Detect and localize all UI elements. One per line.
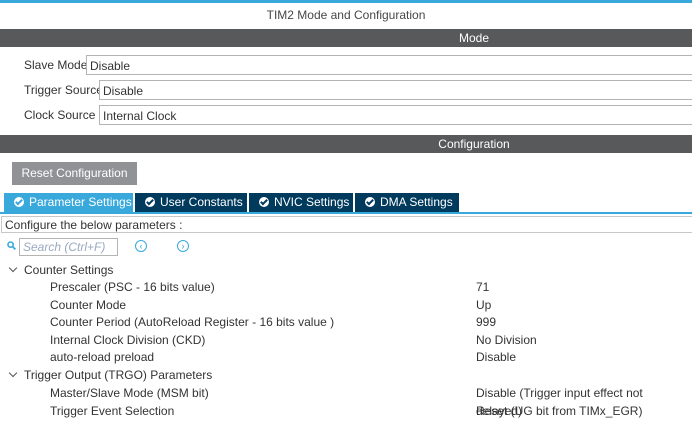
reset-configuration-button[interactable]: Reset Configuration — [12, 162, 137, 185]
tab-nvic-settings[interactable]: NVIC Settings — [249, 193, 353, 212]
check-circle-icon — [259, 197, 269, 207]
chevron-right-icon[interactable]: › — [177, 240, 189, 252]
param-name: Counter Period (AutoReload Register - 16… — [50, 315, 335, 329]
configure-instruction: Configure the below parameters : — [1, 216, 692, 233]
tab-label: NVIC Settings — [274, 195, 350, 209]
trigger-source-row: Trigger Source — [24, 80, 103, 100]
tab-parameter-settings[interactable]: Parameter Settings — [4, 193, 133, 212]
clock-source-select[interactable]: Internal Clock — [99, 105, 692, 125]
param-name: Master/Slave Mode (MSM bit) — [50, 386, 209, 400]
param-value[interactable]: 71 — [476, 278, 489, 296]
param-row-counter-period[interactable]: Counter Period (AutoReload Register - 16… — [0, 313, 692, 331]
clock-source-row: Clock Source — [24, 105, 95, 125]
counter-settings-group[interactable]: Counter Settings — [8, 261, 113, 279]
mode-header-label: Mode — [458, 31, 490, 45]
check-circle-icon — [14, 197, 24, 207]
trigger-source-label: Trigger Source — [24, 83, 103, 97]
tab-underline — [0, 212, 692, 214]
tab-label: User Constants — [160, 195, 243, 209]
check-circle-icon — [145, 197, 155, 207]
param-row-counter-mode[interactable]: Counter Mode Up — [0, 296, 692, 314]
param-row-prescaler[interactable]: Prescaler (PSC - 16 bits value) 71 — [0, 278, 692, 296]
param-name: auto-reload preload — [50, 350, 155, 364]
search-input[interactable]: Search (Ctrl+F) — [19, 238, 118, 256]
param-row-msm[interactable]: Master/Slave Mode (MSM bit) Disable (Tri… — [0, 384, 692, 418]
tab-label: DMA Settings — [380, 195, 453, 209]
param-name: Prescaler (PSC - 16 bits value) — [50, 280, 215, 294]
param-row-clock-division[interactable]: Internal Clock Division (CKD) No Divisio… — [0, 331, 692, 349]
slave-mode-label: Slave Mode — [24, 58, 88, 72]
param-value[interactable]: Disable — [476, 348, 516, 366]
window-title: TIM2 Mode and Configuration — [0, 3, 692, 28]
param-value[interactable]: No Division — [476, 331, 537, 349]
check-circle-icon — [365, 197, 375, 207]
param-row-trigger-event[interactable]: Trigger Event Selection Reset (UG bit fr… — [0, 402, 692, 420]
param-name: Trigger Event Selection — [50, 403, 175, 418]
configuration-header-label: Configuration — [438, 137, 510, 151]
tab-dma-settings[interactable]: DMA Settings — [355, 193, 459, 212]
tab-user-constants[interactable]: User Constants — [135, 193, 247, 212]
slave-mode-select[interactable]: Disable — [86, 55, 692, 75]
trgo-parameters-group[interactable]: Trigger Output (TRGO) Parameters — [8, 366, 212, 384]
slave-mode-row: Slave Mode — [24, 55, 87, 75]
search-icon[interactable] — [7, 241, 16, 250]
chevron-left-icon[interactable]: ‹ — [135, 240, 147, 252]
param-name: Counter Mode — [50, 297, 127, 312]
trigger-source-select[interactable]: Disable — [99, 80, 692, 100]
param-value[interactable]: Up — [476, 296, 491, 314]
tab-label: Parameter Settings — [29, 195, 132, 209]
configuration-section-header: Configuration — [0, 135, 692, 153]
param-value[interactable]: 999 — [476, 313, 496, 331]
group-label: Counter Settings — [24, 263, 114, 277]
chevron-down-icon — [8, 368, 18, 378]
chevron-down-icon — [8, 263, 18, 273]
group-label: Trigger Output (TRGO) Parameters — [24, 368, 213, 382]
param-row-auto-reload[interactable]: auto-reload preload Disable — [0, 348, 692, 366]
mode-section-header: Mode — [0, 29, 692, 47]
param-name: Internal Clock Division (CKD) — [50, 332, 206, 347]
clock-source-label: Clock Source — [24, 108, 96, 122]
param-value[interactable]: Reset (UG bit from TIMx_EGR) — [476, 402, 642, 420]
